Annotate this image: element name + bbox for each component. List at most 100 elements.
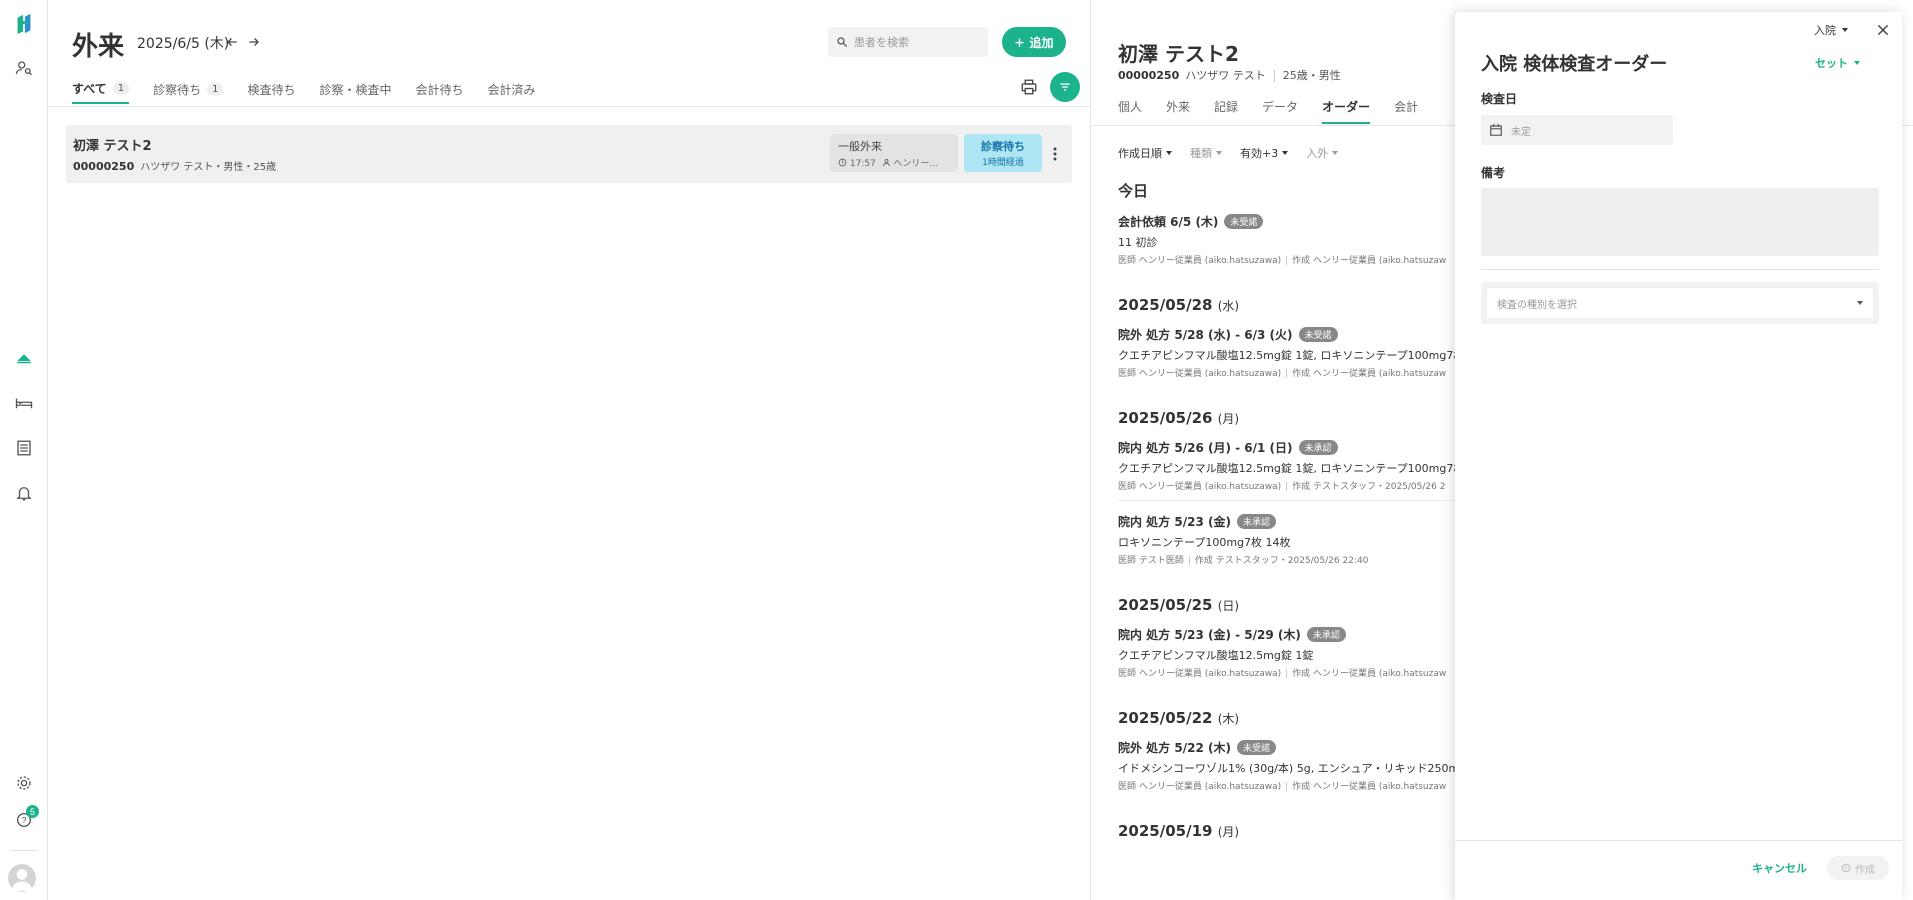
admission-type-select[interactable]: 入院 bbox=[1814, 22, 1848, 38]
tab-all[interactable]: すべて 1 bbox=[72, 74, 130, 104]
tab-paid[interactable]: 会計済み bbox=[488, 74, 536, 104]
sort-filter[interactable]: 作成日順 bbox=[1118, 145, 1172, 161]
group-dow: (水) bbox=[1217, 299, 1240, 313]
tab-waiting-payment[interactable]: 会計待ち bbox=[415, 74, 463, 104]
separator bbox=[1286, 669, 1288, 678]
search-input[interactable] bbox=[854, 35, 974, 49]
patient-name: 初澤 テスト2 bbox=[1118, 42, 1239, 66]
caret-down-icon bbox=[1854, 61, 1860, 65]
tab-records[interactable]: 記録 bbox=[1214, 98, 1238, 124]
test-date-value: 未定 bbox=[1511, 126, 1531, 138]
bell-icon[interactable] bbox=[12, 481, 36, 505]
filter-label: 作成日順 bbox=[1118, 147, 1162, 160]
set-select[interactable]: セット bbox=[1815, 55, 1860, 71]
separator bbox=[1286, 782, 1288, 791]
patient-row[interactable]: 初澤 テスト2 00000250 ハツザワ テスト・男性・25歳 一般外来 17:… bbox=[66, 125, 1072, 183]
order-status-badge: 未承認 bbox=[1236, 514, 1276, 529]
app-logo-icon[interactable] bbox=[12, 12, 36, 36]
tab-accounting[interactable]: 会計 bbox=[1394, 98, 1418, 124]
separator bbox=[1188, 556, 1190, 565]
order-divider bbox=[1118, 500, 1498, 501]
drawer-divider bbox=[1481, 269, 1879, 270]
specimen-order-drawer: 入院 入院 検体検査オーダー セット 検査日 未定 備考 検査の種別を選択 キャ… bbox=[1455, 12, 1902, 900]
kind-filter[interactable]: 種類 bbox=[1190, 145, 1222, 161]
tab-personal[interactable]: 個人 bbox=[1118, 98, 1142, 124]
order-doctor: 医師 ヘンリー従業員 (aiko.hatsuzawa) bbox=[1118, 369, 1282, 379]
help-icon[interactable]: ? 5 bbox=[12, 805, 39, 832]
caret-down-icon bbox=[1216, 151, 1222, 155]
tab-label: 診察・検査中 bbox=[319, 82, 392, 97]
print-icon[interactable] bbox=[1020, 78, 1038, 96]
inout-filter[interactable]: 入外 bbox=[1306, 145, 1339, 161]
separator bbox=[1286, 369, 1288, 378]
test-type-select[interactable]: 検査の種別を選択 bbox=[1487, 288, 1873, 318]
tab-count: 1 bbox=[207, 82, 224, 96]
cancel-button[interactable]: キャンセル bbox=[1752, 860, 1807, 876]
drawer-title: 入院 検体検査オーダー bbox=[1481, 54, 1668, 75]
more-vert-icon[interactable] bbox=[1049, 145, 1061, 163]
valid-filter[interactable]: 有効+3 bbox=[1240, 145, 1289, 161]
sidebar-divider bbox=[10, 850, 38, 851]
status-badge[interactable]: 診察待ち 1時間経過 bbox=[964, 134, 1042, 172]
plus-icon bbox=[1015, 37, 1025, 47]
order-status-badge: 未受諾 bbox=[1224, 214, 1264, 229]
patient-detail: ハツザワ テスト・男性・25歳 bbox=[140, 162, 277, 173]
group-dow: (月) bbox=[1217, 412, 1240, 426]
add-button[interactable]: 追加 bbox=[1002, 27, 1066, 57]
tabs-divider bbox=[48, 106, 1091, 107]
status-label: 診察待ち bbox=[981, 140, 1025, 153]
visit-info[interactable]: 一般外来 17:57 ヘンリー… bbox=[830, 134, 958, 172]
tab-label: 会計済み bbox=[487, 82, 536, 97]
patient-search-box[interactable] bbox=[828, 27, 988, 57]
note-textarea[interactable] bbox=[1481, 188, 1879, 256]
order-creator: 作成 ヘンリー従業員 (aiko.hatsuzaw bbox=[1292, 256, 1447, 266]
visit-time: 17:57 bbox=[849, 159, 876, 169]
patient-age-sex: 25歳・男性 bbox=[1282, 69, 1341, 82]
order-title: 院内 処方 5/26 (月) - 6/1 (日) bbox=[1118, 441, 1293, 455]
create-button-label: 作成 bbox=[1855, 864, 1875, 876]
bed-icon[interactable] bbox=[12, 391, 36, 415]
close-icon[interactable] bbox=[1875, 22, 1891, 38]
order-title: 院外 処方 5/22 (木) bbox=[1118, 741, 1231, 755]
caret-down-icon bbox=[1842, 28, 1848, 32]
tab-outpatient[interactable]: 外来 bbox=[1166, 98, 1190, 124]
create-button[interactable]: 作成 bbox=[1827, 856, 1889, 880]
order-doctor: 医師 ヘンリー従業員 (aiko.hatsuzawa) bbox=[1118, 256, 1282, 266]
order-creator: 作成 ヘンリー従業員 (aiko.hatsuzaw bbox=[1292, 669, 1447, 679]
patient-id: 00000250 bbox=[73, 160, 135, 173]
order-status-badge: 未受諾 bbox=[1236, 740, 1276, 755]
order-title: 会計依頼 6/5 (木) bbox=[1118, 215, 1219, 229]
tab-data[interactable]: データ bbox=[1262, 98, 1298, 124]
tab-label: 診察待ち bbox=[153, 82, 202, 97]
avatar[interactable] bbox=[8, 864, 36, 892]
clock-icon bbox=[838, 158, 847, 167]
test-date-field[interactable]: 未定 bbox=[1481, 115, 1673, 145]
filter-label: 有効+3 bbox=[1240, 147, 1279, 160]
outpatient-icon[interactable] bbox=[12, 346, 36, 370]
group-date: 2025/05/22 bbox=[1118, 709, 1213, 727]
tab-waiting-test[interactable]: 検査待ち bbox=[247, 74, 295, 104]
next-day-arrow-icon[interactable] bbox=[245, 33, 263, 51]
admission-type-label: 入院 bbox=[1814, 24, 1836, 37]
patient-id: 00000250 bbox=[1118, 69, 1180, 82]
order-doctor: 医師 テスト医師 bbox=[1118, 556, 1184, 566]
group-dow: (木) bbox=[1217, 712, 1240, 726]
order-creator: 作成 ヘンリー従業員 (aiko.hatsuzaw bbox=[1292, 369, 1447, 379]
list-icon[interactable] bbox=[12, 436, 36, 460]
patient-search-icon[interactable] bbox=[12, 56, 36, 80]
date-label[interactable]: 2025/6/5 (木) bbox=[137, 33, 229, 53]
prev-day-arrow-icon[interactable] bbox=[223, 33, 241, 51]
test-type-section: 検査の種別を選択 bbox=[1481, 282, 1879, 324]
filter-button[interactable] bbox=[1050, 72, 1080, 102]
calendar-icon bbox=[1490, 124, 1502, 136]
order-creator: 作成 テストスタッフ・2025/05/26 22:40 bbox=[1194, 556, 1369, 566]
caret-down-icon bbox=[1857, 301, 1863, 305]
caret-down-icon bbox=[1332, 151, 1339, 155]
test-date-label: 検査日 bbox=[1481, 92, 1518, 106]
order-status-badge: 未受諾 bbox=[1298, 327, 1338, 342]
order-title: 院内 処方 5/23 (金) - 5/29 (木) bbox=[1118, 628, 1301, 642]
gear-icon[interactable] bbox=[12, 771, 36, 795]
tab-orders[interactable]: オーダー bbox=[1322, 98, 1371, 124]
tab-waiting-exam[interactable]: 診察待ち 1 bbox=[153, 74, 224, 104]
tab-in-exam[interactable]: 診察・検査中 bbox=[319, 74, 391, 104]
